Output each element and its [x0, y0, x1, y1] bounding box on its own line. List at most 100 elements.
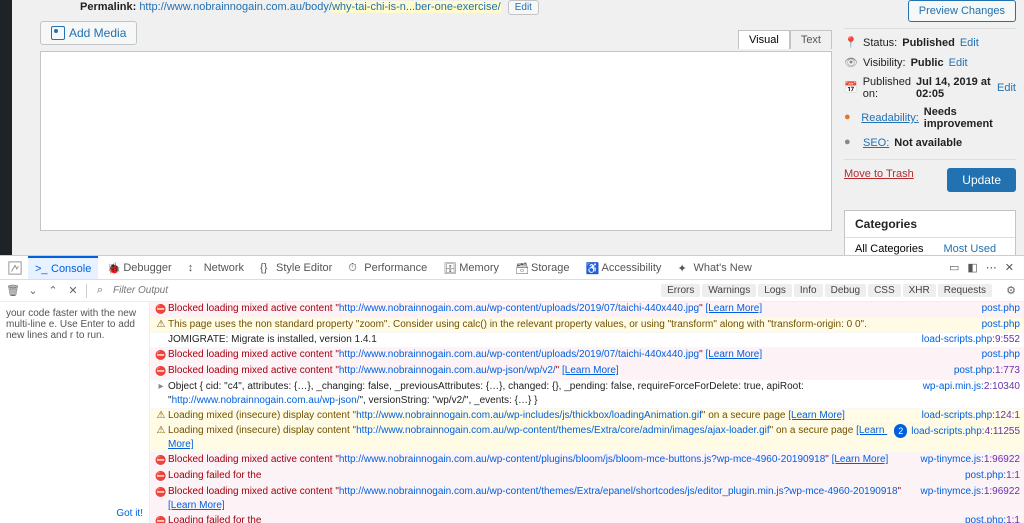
row-message: Loading failed for the with source "<spa… [168, 469, 957, 484]
calendar-icon: 📅 [844, 81, 858, 95]
row-location[interactable]: post.php [974, 302, 1020, 317]
devtools-dock-icon[interactable]: ◧ [967, 261, 977, 274]
console-row: Blocked loading mixed active content "ht… [150, 453, 1024, 469]
console-close-icon[interactable]: ✕ [66, 284, 80, 298]
learn-more-link[interactable]: [Learn More] [168, 500, 225, 511]
devtools-tab-network[interactable]: ↕Network [181, 256, 251, 279]
tab-icon: {} [260, 262, 272, 274]
console-filter-input[interactable] [113, 285, 263, 296]
tab-icon: ⏱ [348, 262, 360, 274]
devtools-tab-accessibility[interactable]: ♿Accessibility [579, 256, 669, 279]
learn-more-link[interactable]: [Learn More] [788, 410, 845, 421]
row-message: JOMIGRATE: Migrate is installed, version… [168, 333, 914, 347]
devtools-tab-performance[interactable]: ⏱Performance [341, 256, 434, 279]
devtools-tab-storage[interactable]: 🗃Storage [508, 256, 577, 279]
editor-content[interactable]: Visual Text [40, 51, 832, 231]
row-icon [154, 424, 168, 452]
permalink-url[interactable]: http://www.nobrainnogain.com.au/body/why… [139, 1, 500, 13]
row-message: Blocked loading mixed active content "ht… [168, 485, 912, 513]
row-location[interactable]: wp-api.min.js:2:10340 [915, 380, 1020, 408]
console-filter-debug[interactable]: Debug [825, 284, 866, 297]
row-icon [154, 453, 168, 468]
add-media-button[interactable]: Add Media [40, 21, 137, 45]
row-icon [154, 485, 168, 513]
edit-visibility-link[interactable]: Edit [949, 57, 968, 69]
devtools-tab-style-editor[interactable]: {}Style Editor [253, 256, 339, 279]
console-chevron-down-icon[interactable]: ⌄ [26, 284, 40, 298]
console-filter-logs[interactable]: Logs [758, 284, 792, 297]
console-row: Blocked loading mixed active content "ht… [150, 348, 1024, 364]
learn-more-link[interactable]: [Learn More] [562, 365, 619, 376]
row-location[interactable]: wp-tinymce.js:1:96922 [912, 485, 1020, 513]
permalink-row: Permalink: http://www.nobrainnogain.com.… [80, 0, 832, 15]
console-row: Blocked loading mixed active content "ht… [150, 302, 1024, 318]
row-location[interactable]: post.php [974, 318, 1020, 332]
row-location[interactable]: post.php:1:1 [957, 514, 1020, 523]
row-location[interactable]: post.php [974, 348, 1020, 363]
console-clear-icon[interactable]: 🗑 [6, 284, 20, 298]
row-icon [154, 514, 168, 523]
row-location[interactable]: post.php:1:1 [957, 469, 1020, 484]
edit-slug-button[interactable]: Edit [508, 0, 539, 15]
learn-more-link[interactable]: [Learn More] [705, 303, 762, 314]
categories-heading: Categories [845, 211, 1015, 238]
devtools-tab-debugger[interactable]: 🐞Debugger [100, 256, 178, 279]
console-filter-xhr[interactable]: XHR [903, 284, 936, 297]
console-filter-warnings[interactable]: Warnings [702, 284, 756, 297]
tab-icon: >_ [35, 263, 47, 275]
readability-row: ● Readability: Needs improvement [844, 103, 1016, 133]
console-row: Blocked loading mixed active content "ht… [150, 485, 1024, 514]
row-location[interactable]: post.php:1:773 [946, 364, 1020, 379]
console-filter-info[interactable]: Info [794, 284, 823, 297]
tab-icon: ✦ [677, 262, 689, 274]
console-row: Loading mixed (insecure) display content… [150, 409, 1024, 424]
row-location[interactable]: load-scripts.php:9:552 [914, 333, 1020, 347]
media-icon [51, 26, 65, 40]
devtools-close-icon[interactable]: ✕ [1005, 261, 1014, 274]
row-icon [154, 469, 168, 484]
devtools-tab-console[interactable]: >_Console [28, 256, 98, 279]
edit-status-link[interactable]: Edit [960, 37, 979, 49]
filter-icon: ⌕ [93, 284, 107, 298]
console-chevron-up-icon[interactable]: ⌃ [46, 284, 60, 298]
console-filter-requests[interactable]: Requests [938, 284, 992, 297]
learn-more-link[interactable]: [Learn More] [705, 349, 762, 360]
update-button[interactable]: Update [947, 168, 1016, 192]
eye-icon: 👁 [844, 56, 858, 70]
devtools-inspector-icon[interactable] [4, 256, 26, 279]
edit-date-link[interactable]: Edit [997, 82, 1016, 94]
row-message: Loading mixed (insecure) display content… [168, 424, 886, 452]
tab-text[interactable]: Text [790, 30, 832, 49]
tab-icon: 🗃 [515, 262, 527, 274]
published-row: 📅 Published on: Jul 14, 2019 at 02:05 Ed… [844, 73, 1016, 103]
row-icon [154, 380, 168, 408]
console-filter-css[interactable]: CSS [868, 284, 901, 297]
row-location[interactable]: 2load-scripts.php:4:11255 [886, 424, 1020, 452]
readability-label[interactable]: Readability: [861, 112, 918, 124]
devtools-tab-what's-new[interactable]: ✦What's New [670, 256, 758, 279]
learn-more-link[interactable]: [Learn More] [832, 454, 889, 465]
devtools-tab-memory[interactable]: 🗄Memory [436, 256, 506, 279]
console-settings-icon[interactable]: ⚙ [1004, 284, 1018, 298]
row-icon [154, 409, 168, 423]
tab-visual[interactable]: Visual [738, 30, 790, 49]
seo-label[interactable]: SEO: [863, 137, 889, 149]
row-icon [154, 333, 168, 347]
tab-icon: 🗄 [443, 262, 455, 274]
status-row: 📍 Status: Published Edit [844, 33, 1016, 53]
devtools-panel-icon[interactable]: ▭ [949, 261, 959, 274]
move-to-trash-link[interactable]: Move to Trash [844, 168, 914, 180]
console-filter-errors[interactable]: Errors [661, 284, 700, 297]
console-row: JOMIGRATE: Migrate is installed, version… [150, 333, 1024, 348]
seo-row: ● SEO: Not available [844, 133, 1016, 153]
devtools-more-icon[interactable]: ⋯ [986, 261, 997, 274]
row-location[interactable]: wp-tinymce.js:1:96922 [912, 453, 1020, 468]
visibility-row: 👁 Visibility: Public Edit [844, 53, 1016, 73]
pin-icon: 📍 [844, 36, 858, 50]
row-message: This page uses the non standard property… [168, 318, 974, 332]
row-message: Loading mixed (insecure) display content… [168, 409, 914, 423]
preview-changes-button[interactable]: Preview Changes [908, 0, 1016, 22]
row-location[interactable]: load-scripts.php:124:1 [914, 409, 1020, 423]
console-row: Loading failed for the with source "<spa… [150, 469, 1024, 485]
got-it-link[interactable]: Got it! [116, 508, 143, 519]
